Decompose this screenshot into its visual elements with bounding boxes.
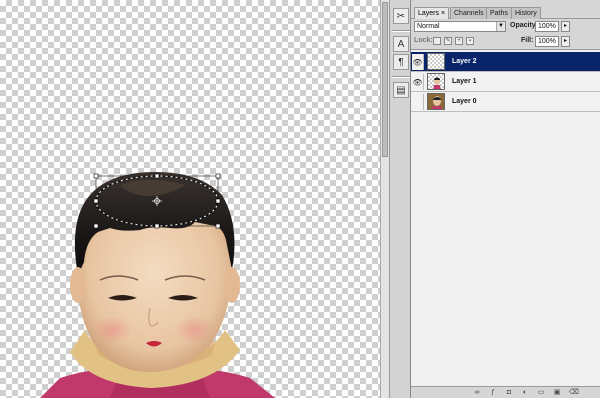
- tool-presets-icon[interactable]: ✂: [393, 8, 409, 24]
- adjustment-layer-icon[interactable]: ◐: [521, 389, 529, 397]
- panel-dock-strip: ✂ A ¶ ▤: [389, 0, 411, 398]
- visibility-toggle-empty[interactable]: [412, 94, 424, 110]
- delete-layer-icon[interactable]: ⌫: [569, 389, 579, 397]
- lock-image-pixels-icon[interactable]: ✎: [444, 37, 452, 45]
- canvas-vertical-scrollbar[interactable]: [380, 0, 389, 398]
- tab-history[interactable]: History: [511, 7, 541, 19]
- transparent-thumbnail: [427, 53, 445, 70]
- blend-mode-select[interactable]: Normal ▼: [414, 21, 506, 32]
- new-group-icon[interactable]: ▭: [537, 389, 545, 397]
- fill-slider-arrow-icon[interactable]: ▸: [561, 36, 570, 47]
- dock-divider: [392, 76, 410, 78]
- layer-list: 👁 Layer 2 👁 Layer 1 Layer 0: [411, 49, 600, 387]
- visibility-eye-icon[interactable]: 👁: [412, 74, 424, 90]
- layer-name: Layer 0: [452, 98, 477, 105]
- layer-name: Layer 1: [452, 78, 477, 85]
- layer-row-0[interactable]: Layer 0: [411, 92, 600, 112]
- dock-divider: [392, 30, 410, 32]
- opacity-slider-arrow-icon[interactable]: ▸: [561, 21, 570, 32]
- paragraph-icon[interactable]: ¶: [393, 54, 409, 70]
- tab-layers[interactable]: Layers ×: [414, 7, 450, 19]
- add-mask-icon[interactable]: ◘: [505, 389, 513, 397]
- doll-photo-thumbnail: [427, 93, 445, 110]
- blend-mode-value: Normal: [417, 23, 440, 30]
- fill-label: Fill:: [521, 37, 534, 44]
- lock-fill-row: Lock: ✎ + ▪ Fill: 100% ▸: [411, 35, 600, 49]
- new-layer-icon[interactable]: ▣: [553, 389, 561, 397]
- layer-style-icon[interactable]: ƒ: [489, 389, 497, 397]
- fill-field[interactable]: 100%: [535, 36, 559, 47]
- lock-transparent-pixels-icon[interactable]: [433, 37, 441, 45]
- chevron-down-icon: ▼: [496, 22, 505, 31]
- tab-channels[interactable]: Channels: [450, 7, 488, 19]
- opacity-label: Opacity:: [510, 22, 539, 29]
- document-canvas[interactable]: [0, 0, 380, 398]
- lock-position-icon[interactable]: +: [455, 37, 463, 45]
- scrollbar-thumb[interactable]: [382, 2, 388, 157]
- doll-thumbnail-small: [427, 73, 445, 90]
- character-text-icon[interactable]: A: [393, 36, 409, 52]
- doll-figure-photo: [40, 172, 275, 398]
- layer-row-1[interactable]: 👁 Layer 1: [411, 72, 600, 92]
- layer-comps-icon[interactable]: ▤: [393, 82, 409, 98]
- lock-icons-group: ✎ + ▪: [433, 37, 474, 45]
- layer-name: Layer 2: [452, 58, 477, 65]
- panel-footer: ∞ ƒ ◘ ◐ ▭ ▣ ⌫: [411, 388, 600, 398]
- tab-paths[interactable]: Paths: [486, 7, 512, 19]
- panel-tabs: Layers × Channels Paths History: [411, 7, 600, 19]
- lock-label: Lock:: [414, 37, 433, 44]
- layers-panel: Layers × Channels Paths History Normal ▼…: [411, 0, 600, 398]
- opacity-field[interactable]: 100%: [535, 21, 559, 32]
- layer-row-2[interactable]: 👁 Layer 2: [411, 52, 600, 72]
- link-layers-icon[interactable]: ∞: [473, 389, 481, 397]
- blend-opacity-row: Normal ▼ Opacity: 100% ▸: [411, 20, 600, 34]
- lock-all-icon[interactable]: ▪: [466, 37, 474, 45]
- visibility-eye-icon[interactable]: 👁: [412, 54, 424, 70]
